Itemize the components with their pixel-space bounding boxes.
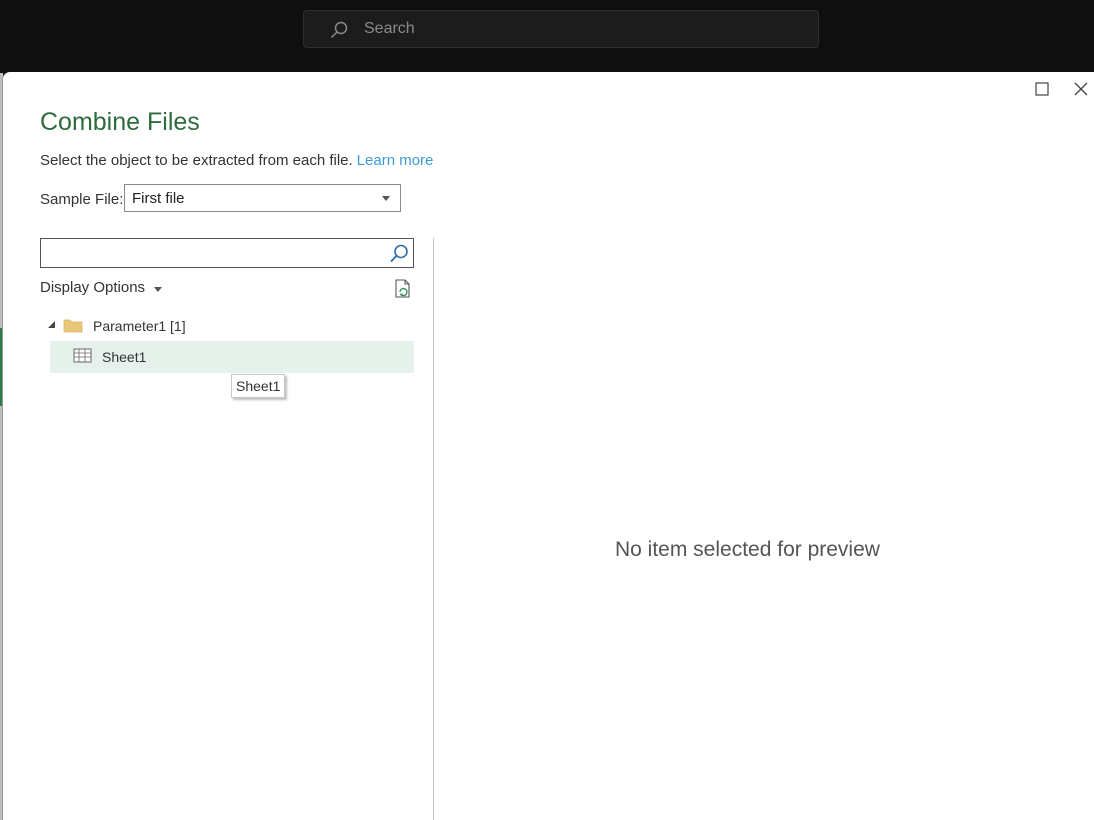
tree-folder-label: Parameter1 [1] — [93, 318, 186, 334]
sample-file-dropdown[interactable]: First file — [124, 184, 401, 212]
navigator-search-input[interactable] — [45, 242, 379, 266]
combine-files-dialog: Combine Files Select the object to be ex… — [2, 72, 1094, 820]
tree-item-label: Sheet1 — [102, 349, 147, 365]
sample-file-label: Sample File: — [40, 191, 124, 208]
tooltip: Sheet1 — [231, 374, 286, 398]
folder-icon — [63, 319, 83, 333]
close-icon[interactable] — [1073, 81, 1089, 97]
sample-file-value: First file — [132, 190, 185, 207]
chevron-down-icon[interactable] — [154, 287, 162, 292]
table-icon — [73, 348, 92, 363]
app-title-bar: Search — [0, 0, 1094, 73]
maximize-icon[interactable] — [1035, 82, 1049, 96]
display-options-button[interactable]: Display Options — [40, 279, 145, 296]
search-icon — [330, 21, 348, 39]
tree-item-sheet1[interactable]: Sheet1 — [50, 341, 414, 373]
chevron-down-icon — [382, 196, 390, 201]
expand-triangle-icon[interactable] — [48, 321, 55, 328]
pane-divider[interactable] — [433, 238, 434, 820]
dialog-subtitle-text: Select the object to be extracted from e… — [40, 152, 353, 169]
refresh-icon[interactable] — [392, 278, 414, 300]
learn-more-link[interactable]: Learn more — [357, 152, 434, 169]
navigator-search-field[interactable] — [40, 238, 414, 268]
dialog-title: Combine Files — [40, 108, 200, 136]
preview-empty-message: No item selected for preview — [615, 538, 880, 561]
app-search-box[interactable]: Search — [303, 10, 819, 48]
app-search-placeholder: Search — [364, 20, 415, 37]
tree-folder-parameter1[interactable]: Parameter1 [1] — [47, 314, 407, 338]
search-icon[interactable] — [388, 243, 410, 265]
dialog-subtitle: Select the object to be extracted from e… — [40, 152, 433, 169]
